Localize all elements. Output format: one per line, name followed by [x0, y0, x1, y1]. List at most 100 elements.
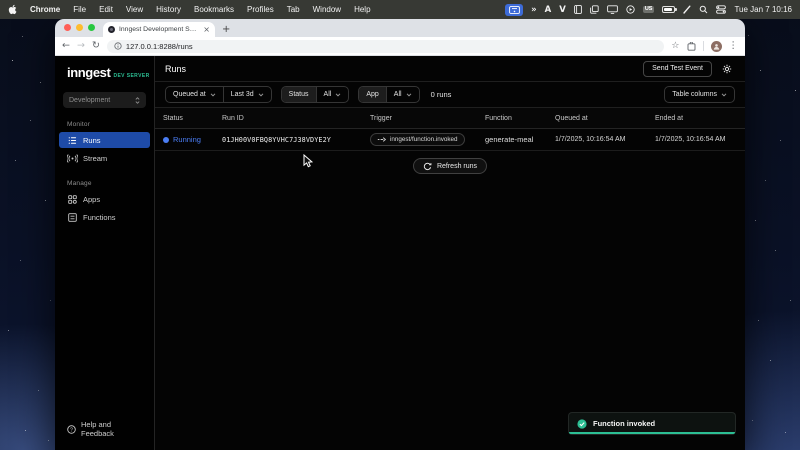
- app-filter-dropdown[interactable]: All: [387, 87, 419, 102]
- display-icon[interactable]: [607, 5, 618, 14]
- site-info-icon[interactable]: [114, 42, 122, 50]
- time-field-dropdown[interactable]: Queued at: [166, 87, 223, 102]
- menu-view[interactable]: View: [126, 5, 143, 14]
- col-queued-at: Queued at: [555, 115, 655, 122]
- dev-server-badge: DEV SERVER: [113, 73, 149, 79]
- runs-icon: [67, 136, 78, 145]
- menubar-app-name[interactable]: Chrome: [30, 5, 60, 14]
- function-name: generate-meal: [485, 135, 555, 144]
- trigger-badge[interactable]: inngest/function.invoked: [370, 133, 465, 146]
- chevron-down-icon: [721, 93, 727, 97]
- url-text: 127.0.0.1:8288/runs: [126, 42, 193, 51]
- page-title: Runs: [165, 64, 186, 74]
- send-test-event-button[interactable]: Send Test Event: [643, 61, 712, 77]
- menu-bookmarks[interactable]: Bookmarks: [194, 5, 234, 14]
- chevron-down-icon: [210, 93, 216, 97]
- chevron-down-icon: [406, 93, 412, 97]
- window-zoom-button[interactable]: [88, 24, 95, 31]
- apple-menu-icon[interactable]: [8, 4, 17, 15]
- chevrons-app-icon[interactable]: »: [531, 5, 537, 15]
- copy-icon[interactable]: [590, 5, 599, 14]
- sidebar: inngest DEV SERVER Development Monitor R…: [55, 56, 155, 450]
- environment-value: Development: [69, 97, 110, 104]
- reload-icon[interactable]: ↻: [92, 41, 100, 51]
- toast-notification: Function invoked: [568, 412, 736, 435]
- sidebar-item-apps[interactable]: Apps: [59, 191, 150, 207]
- monitor-section-label: Monitor: [67, 121, 154, 128]
- bookmark-star-icon[interactable]: ☆: [671, 42, 679, 51]
- menu-file[interactable]: File: [73, 5, 86, 14]
- sidebar-item-runs[interactable]: Runs: [59, 132, 150, 148]
- a-app-icon[interactable]: A: [545, 5, 552, 15]
- time-range-dropdown[interactable]: Last 3d: [224, 87, 271, 102]
- time-field-value: Queued at: [173, 91, 206, 98]
- app-filter-value: All: [394, 91, 402, 98]
- menu-help[interactable]: Help: [354, 5, 370, 14]
- table-columns-label: Table columns: [672, 91, 717, 98]
- refresh-runs-button[interactable]: Refresh runs: [413, 158, 487, 174]
- notebook-icon[interactable]: [574, 5, 582, 14]
- inngest-app: inngest DEV SERVER Development Monitor R…: [55, 56, 745, 450]
- extensions-icon[interactable]: [687, 42, 696, 51]
- control-center-icon[interactable]: [716, 5, 726, 14]
- menu-tab[interactable]: Tab: [287, 5, 300, 14]
- run-status-text: Running: [173, 135, 201, 144]
- search-icon[interactable]: [699, 5, 708, 14]
- run-status-cell: Running: [163, 135, 222, 144]
- chevron-down-icon: [258, 93, 264, 97]
- menubar-clock[interactable]: Tue Jan 7 10:16: [734, 5, 792, 14]
- v-app-icon[interactable]: V: [559, 5, 566, 15]
- tab-close-icon[interactable]: ×: [203, 26, 210, 34]
- browser-window: Inngest Development Server × + ← → ↻ 127…: [55, 19, 745, 450]
- table-row[interactable]: Running 01JH00V0FBQ8YVHC7J38VDYE2Y innge…: [155, 129, 745, 151]
- sidebar-item-functions[interactable]: Functions: [59, 209, 150, 225]
- help-label: Help and Feedback: [81, 420, 142, 438]
- col-trigger: Trigger: [370, 115, 485, 122]
- sidebar-runs-label: Runs: [83, 136, 101, 145]
- page-header: Runs Send Test Event: [155, 56, 745, 82]
- menu-profiles[interactable]: Profiles: [247, 5, 274, 14]
- svg-text:?: ?: [70, 427, 73, 433]
- trigger-name: inngest/function.invoked: [390, 136, 458, 143]
- table-columns-dropdown[interactable]: Table columns: [665, 87, 734, 102]
- toolbar-divider: [703, 41, 704, 51]
- environment-select[interactable]: Development: [63, 92, 146, 108]
- battery-icon[interactable]: [662, 6, 675, 13]
- status-filter-dropdown[interactable]: All: [317, 87, 349, 102]
- browser-menu-icon[interactable]: ⋮: [729, 41, 739, 51]
- status-filter-value: All: [324, 91, 332, 98]
- ended-at-value: 1/7/2025, 10:16:54 AM: [655, 136, 745, 143]
- window-minimize-button[interactable]: [76, 24, 83, 31]
- col-function: Function: [485, 115, 555, 122]
- keyboard-layout-icon[interactable]: US: [643, 6, 655, 14]
- inngest-logo: inngest: [67, 65, 110, 80]
- menu-window[interactable]: Window: [313, 5, 341, 14]
- browser-tab[interactable]: Inngest Development Server ×: [103, 22, 215, 37]
- menu-history[interactable]: History: [156, 5, 181, 14]
- play-icon[interactable]: [626, 5, 635, 14]
- window-close-button[interactable]: [64, 24, 71, 31]
- manage-section-label: Manage: [67, 180, 154, 187]
- new-tab-button[interactable]: +: [222, 24, 230, 35]
- app-filter-label: App: [359, 87, 385, 102]
- toast-message: Function invoked: [593, 419, 655, 428]
- col-status: Status: [163, 115, 222, 122]
- pencil-icon[interactable]: [683, 5, 691, 14]
- settings-gear-icon[interactable]: [718, 61, 735, 77]
- refresh-icon: [423, 162, 432, 171]
- app-filter-group: App All: [358, 86, 419, 103]
- browser-toolbar: ← → ↻ 127.0.0.1:8288/runs ☆ ⋮: [55, 37, 745, 56]
- back-icon[interactable]: ←: [62, 41, 70, 51]
- forward-icon[interactable]: →: [77, 41, 85, 51]
- queued-at-value: 1/7/2025, 10:16:54 AM: [555, 136, 655, 143]
- help-and-feedback[interactable]: ? Help and Feedback: [55, 420, 154, 450]
- screen-recording-indicator[interactable]: [505, 4, 523, 16]
- macos-menubar: Chrome File Edit View History Bookmarks …: [0, 0, 800, 19]
- profile-avatar[interactable]: [711, 41, 722, 52]
- menu-edit[interactable]: Edit: [99, 5, 113, 14]
- sidebar-functions-label: Functions: [83, 213, 116, 222]
- address-bar[interactable]: 127.0.0.1:8288/runs: [107, 40, 665, 53]
- running-status-icon: [163, 137, 169, 143]
- table-header: Status Run ID Trigger Function Queued at…: [155, 108, 745, 129]
- sidebar-item-stream[interactable]: Stream: [59, 150, 150, 166]
